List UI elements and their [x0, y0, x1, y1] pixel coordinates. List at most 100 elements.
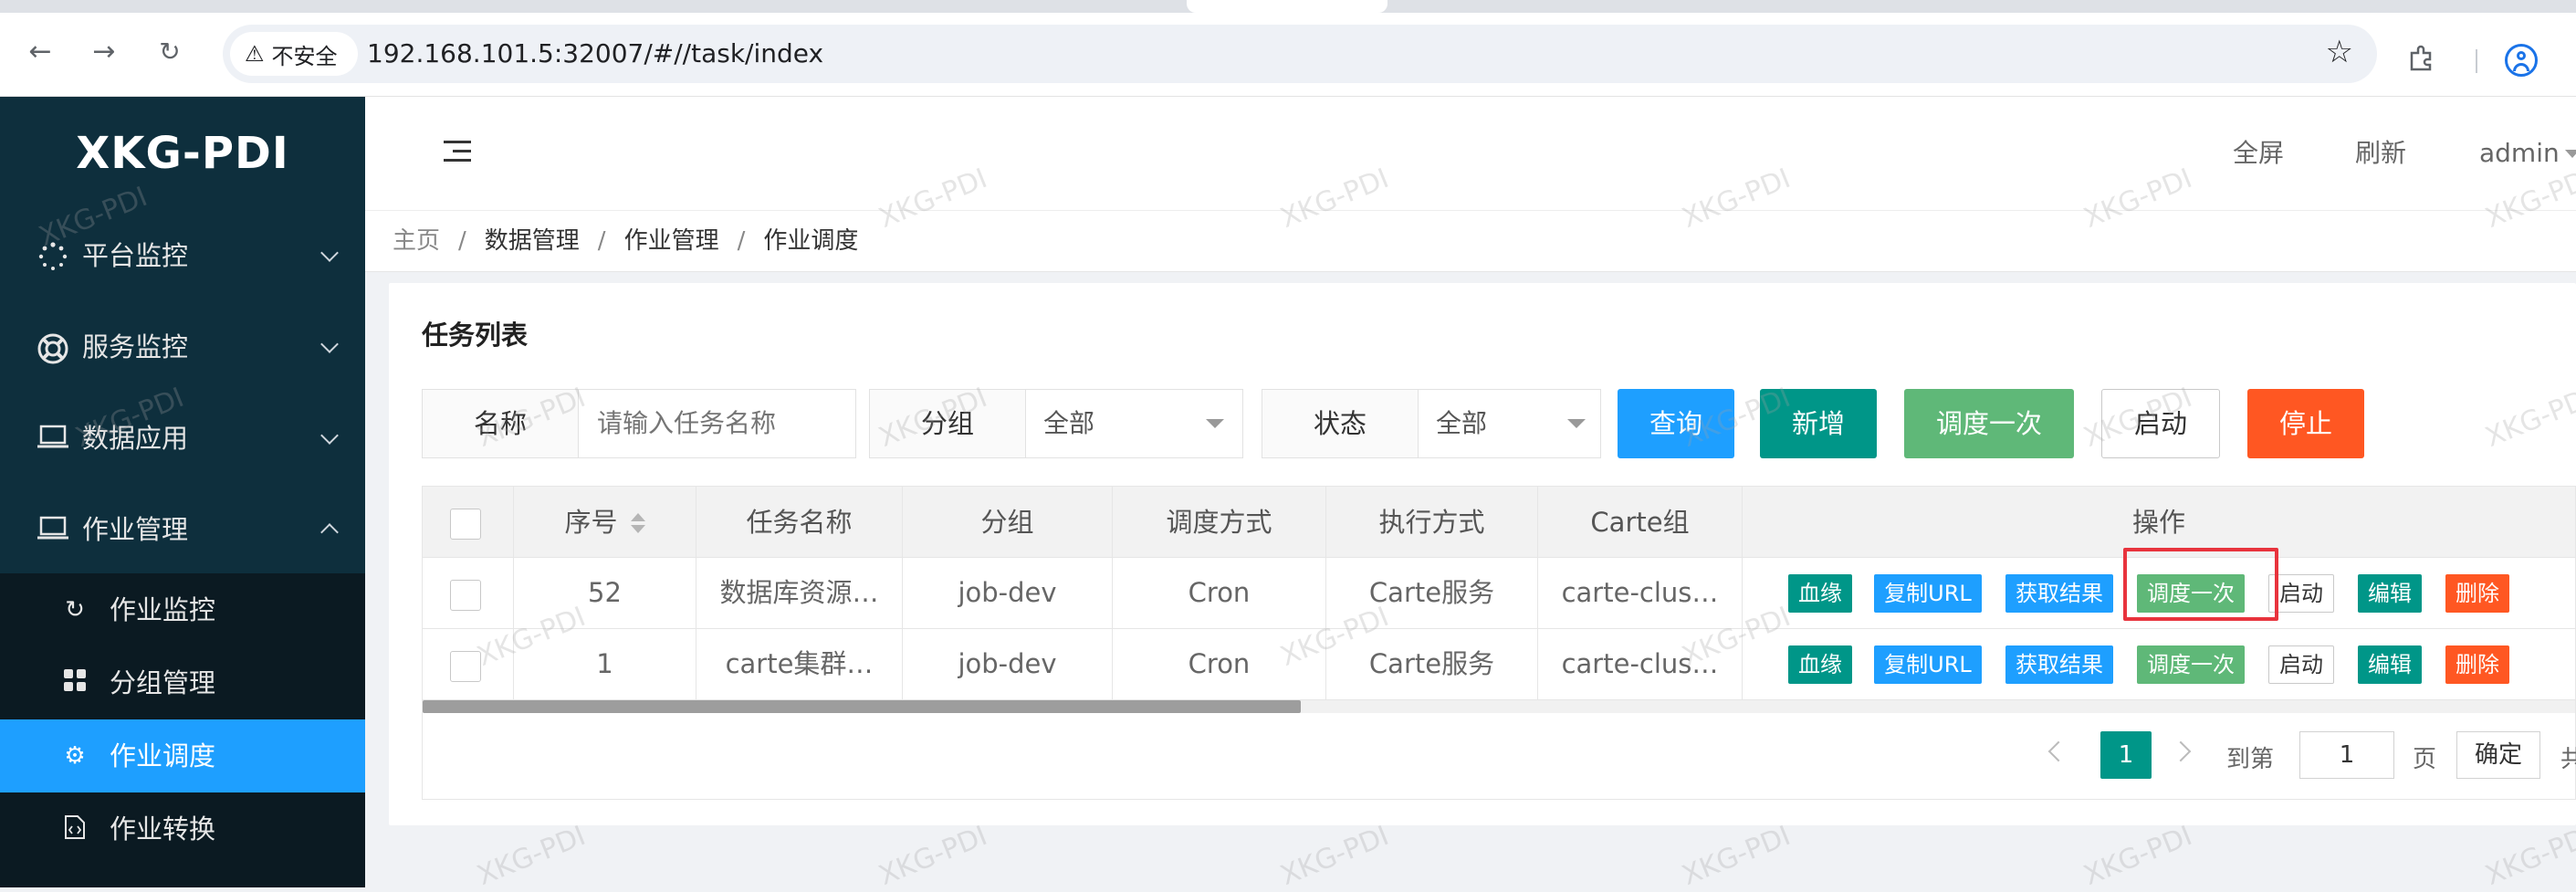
- back-arrow-icon[interactable]: ←: [20, 31, 60, 71]
- caret-down-icon[interactable]: [1206, 419, 1224, 428]
- security-chip[interactable]: ⚠ 不安全: [230, 32, 358, 76]
- sidebar-item-data-apps[interactable]: 数据应用: [0, 393, 365, 484]
- row-run-once-button[interactable]: 调度一次: [2137, 645, 2245, 684]
- column-header-exec: 执行方式: [1326, 487, 1538, 558]
- chevron-down-icon: [321, 247, 338, 263]
- forward-arrow-icon[interactable]: →: [84, 31, 124, 71]
- top-header: 全屏 刷新 admin: [365, 97, 2576, 210]
- sidebar-subitem-job-monitor[interactable]: ↻ 作业监控: [0, 573, 365, 646]
- url-text[interactable]: 192.168.101.5:32007/#//task/index: [367, 25, 823, 83]
- table-row: 1 carte集群… job-dev Cron Carte服务 carte-cl…: [423, 629, 2575, 700]
- status-select[interactable]: 全部: [1436, 390, 1487, 457]
- row-select-cell: [423, 629, 514, 699]
- pager-confirm-button[interactable]: 确定: [2456, 731, 2540, 779]
- row-delete-button[interactable]: 删除: [2445, 574, 2509, 613]
- profile-icon[interactable]: [2505, 44, 2538, 77]
- row-start-button[interactable]: 启动: [2268, 645, 2334, 684]
- sidebar-subitem-group-management[interactable]: 分组管理: [0, 646, 365, 719]
- pager-goto-label: 到第: [2226, 746, 2275, 773]
- breadcrumb-home[interactable]: 主页: [393, 227, 440, 255]
- row-checkbox[interactable]: [450, 651, 481, 682]
- copy-url-button[interactable]: 复制URL: [1874, 574, 1982, 613]
- pager-current-page[interactable]: 1: [2100, 731, 2152, 779]
- get-result-button[interactable]: 获取结果: [2005, 574, 2113, 613]
- active-tab[interactable]: [1187, 0, 1387, 13]
- watermark: XKG-PDI: [1677, 819, 1796, 892]
- pager-next-icon[interactable]: [2173, 744, 2188, 759]
- address-bar[interactable]: ⚠ 不安全 192.168.101.5:32007/#//task/index …: [223, 25, 2377, 83]
- sidebar-item-label: 作业管理: [82, 514, 189, 545]
- column-header-id[interactable]: 序号: [514, 487, 696, 558]
- extensions-icon[interactable]: [2406, 44, 2435, 73]
- warning-icon: ⚠: [245, 41, 265, 67]
- cell-name: carte集群…: [696, 629, 903, 699]
- horizontal-scrollbar-thumb[interactable]: [423, 700, 1301, 713]
- select-all-checkbox[interactable]: [450, 509, 481, 540]
- sidebar-item-label: 服务监控: [82, 331, 189, 362]
- start-button[interactable]: 启动: [2101, 389, 2220, 458]
- caret-down-icon[interactable]: [1567, 419, 1586, 428]
- lineage-button[interactable]: 血缘: [1788, 645, 1852, 684]
- sidebar-item-platform-monitor[interactable]: 平台监控: [0, 210, 365, 301]
- pager-goto-input[interactable]: 1: [2299, 731, 2394, 779]
- brand-logo: XKG-PDI: [76, 128, 289, 179]
- stop-button[interactable]: 停止: [2247, 389, 2364, 458]
- refresh-button[interactable]: 刷新: [2355, 97, 2406, 210]
- caret-down-icon[interactable]: [2565, 150, 2576, 158]
- column-header-group: 分组: [903, 487, 1113, 558]
- name-filter: 名称: [422, 389, 856, 458]
- chevron-down-icon: [321, 338, 338, 354]
- browser-toolbar: ← → ↻ ⚠ 不安全 192.168.101.5:32007/#//task/…: [0, 13, 2576, 97]
- user-menu[interactable]: admin: [2479, 97, 2560, 210]
- row-edit-button[interactable]: 编辑: [2358, 645, 2422, 684]
- breadcrumb-current: 作业调度: [763, 227, 859, 255]
- get-result-button[interactable]: 获取结果: [2005, 645, 2113, 684]
- status-filter-label: 状态: [1262, 390, 1419, 457]
- chevron-up-icon: [321, 520, 338, 537]
- add-button[interactable]: 新增: [1760, 389, 1877, 458]
- fullscreen-button[interactable]: 全屏: [2233, 97, 2284, 210]
- bookmark-star-icon[interactable]: ☆: [2326, 34, 2353, 70]
- sidebar-submenu: ↻ 作业监控 分组管理 ⚙ 作业调度 作业转换: [0, 573, 365, 887]
- cell-name: 数据库资源…: [696, 558, 903, 628]
- row-edit-button[interactable]: 编辑: [2358, 574, 2422, 613]
- sidebar-item-label: 数据应用: [82, 423, 189, 454]
- run-once-button[interactable]: 调度一次: [1904, 389, 2074, 458]
- task-table: 序号 任务名称 分组 调度方式 执行方式 Carte组 操作 52 数据库资源……: [422, 486, 2576, 800]
- sidebar-subitem-job-transform[interactable]: 作业转换: [0, 792, 365, 866]
- watermark: XKG-PDI: [2079, 819, 2197, 892]
- sidebar-item-service-monitor[interactable]: 服务监控: [0, 301, 365, 393]
- sidebar-subitem-job-scheduling[interactable]: ⚙ 作业调度: [0, 719, 365, 792]
- cell-id: 52: [514, 558, 696, 628]
- sidebar-subitem-label: 分组管理: [110, 667, 216, 698]
- group-select[interactable]: 全部: [1043, 390, 1094, 457]
- sidebar-item-job-management[interactable]: 作业管理: [0, 484, 365, 575]
- laptop-icon: [37, 424, 69, 453]
- laptop-icon: [37, 515, 69, 544]
- sidebar: XKG-PDI 平台监控 服务监控 数据应用 作业管理 ↻ 作业监控 分组管理 …: [0, 97, 365, 887]
- refresh-icon: ↻: [65, 596, 85, 624]
- gear-icon: ⚙: [64, 742, 86, 770]
- browser-tabstrip: [0, 0, 2576, 13]
- watermark: XKG-PDI: [2480, 819, 2576, 892]
- watermark: XKG-PDI: [1275, 819, 1394, 892]
- sort-icon[interactable]: [630, 513, 645, 535]
- cell-schedule: Cron: [1113, 629, 1326, 699]
- pager-prev-icon[interactable]: [2047, 744, 2062, 759]
- row-delete-button[interactable]: 删除: [2445, 645, 2509, 684]
- group-filter: 分组 全部: [869, 389, 1243, 458]
- lineage-button[interactable]: 血缘: [1788, 574, 1852, 613]
- sidebar-subitem-label: 作业转换: [110, 813, 216, 845]
- copy-url-button[interactable]: 复制URL: [1874, 645, 1982, 684]
- breadcrumb-data-management[interactable]: 数据管理: [485, 227, 580, 255]
- grid-icon: [60, 668, 89, 698]
- query-button[interactable]: 查询: [1618, 389, 1734, 458]
- sidebar-toggle-icon[interactable]: [444, 141, 471, 163]
- row-checkbox[interactable]: [450, 580, 481, 611]
- cell-exec: Carte服务: [1326, 629, 1538, 699]
- sidebar-item-label: 平台监控: [82, 240, 189, 271]
- breadcrumb-job-management[interactable]: 作业管理: [624, 227, 719, 255]
- row-select-cell: [423, 558, 514, 628]
- reload-icon[interactable]: ↻: [150, 31, 190, 71]
- name-search-input[interactable]: [579, 390, 853, 457]
